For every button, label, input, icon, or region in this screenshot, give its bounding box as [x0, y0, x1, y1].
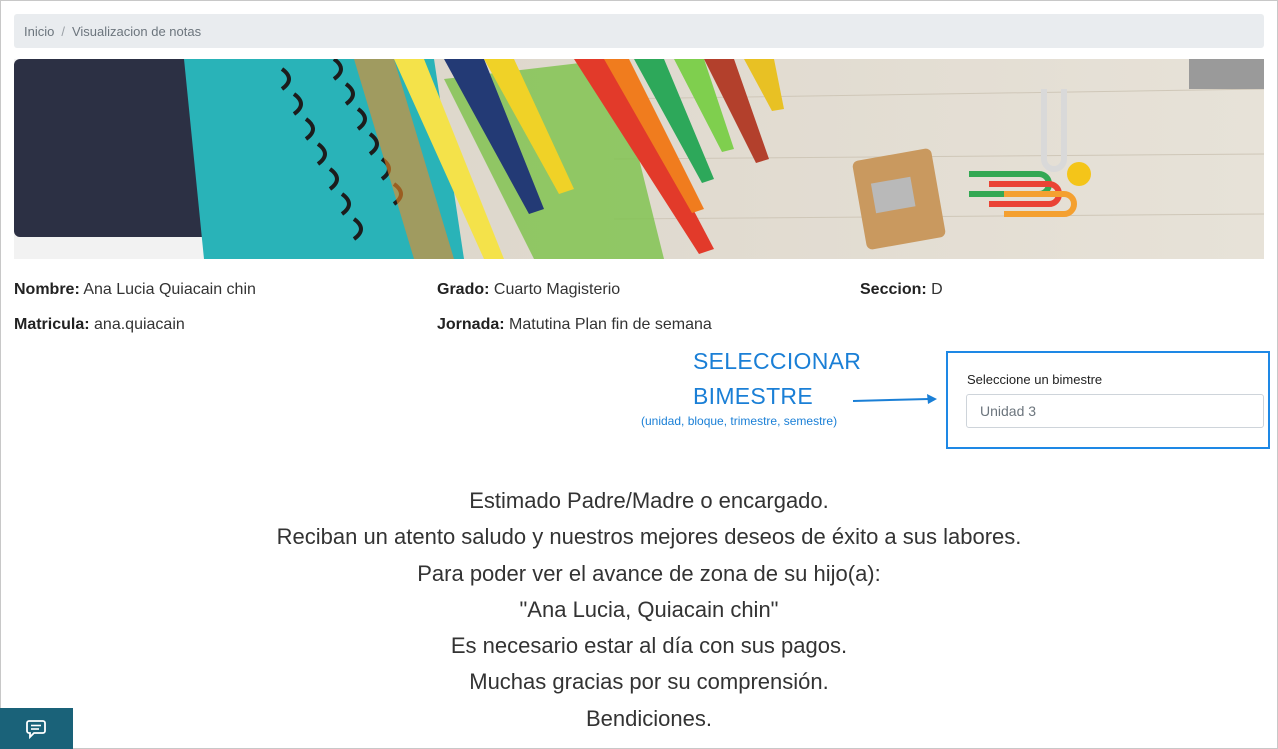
student-schedule-label: Jornada: [437, 316, 505, 333]
breadcrumb-current: Visualizacion de notas [71, 23, 202, 39]
message-line: Bendiciones. [586, 705, 712, 731]
student-section-label: Seccion: [860, 281, 927, 298]
breadcrumb: Inicio / Visualizacion de notas [14, 14, 1264, 48]
student-section-value: D [931, 281, 943, 298]
student-section: Seccion: D [860, 281, 943, 299]
student-schedule-value: Matutina Plan fin de semana [509, 316, 712, 333]
student-grade: Grado: Cuarto Magisterio [437, 281, 620, 299]
student-name-value: Ana Lucia Quiacain chin [83, 281, 256, 298]
student-grade-value: Cuarto Magisterio [493, 281, 621, 298]
annotation-line2: BIMESTRE [693, 383, 813, 409]
breadcrumb-home-link[interactable]: Inicio [24, 24, 54, 39]
student-grade-label: Grado: [437, 281, 490, 298]
annotation-line1: SELECCIONAR [693, 348, 862, 374]
student-enrollment: Matricula: ana.quiacain [14, 316, 185, 334]
student-schedule: Jornada: Matutina Plan fin de semana [437, 316, 712, 334]
message-line: Para poder ver el avance de zona de su h… [417, 560, 881, 586]
student-enrollment-value: ana.quiacain [94, 316, 185, 333]
school-supplies-banner [14, 59, 1264, 259]
message-line: Reciban un atento saludo y nuestros mejo… [276, 524, 1022, 550]
student-name: Nombre: Ana Lucia Quiacain chin [14, 281, 256, 299]
message-line: Estimado Padre/Madre o encargado. [469, 488, 829, 513]
period-select[interactable]: Unidad 3 [966, 394, 1264, 428]
annotation-subtitle: (unidad, bloque, trimestre, semestre) [641, 414, 838, 428]
message-line: Muchas gracias por su comprensión. [469, 669, 829, 695]
parent-message: Estimado Padre/Madre o encargado. Reciba… [0, 483, 1278, 737]
chat-button[interactable] [0, 708, 73, 749]
student-name-label: Nombre: [14, 281, 80, 298]
period-select-panel: Seleccione un bimestre Unidad 3 [946, 351, 1270, 449]
message-line: "Ana Lucia, Quiacain chin" [519, 596, 779, 622]
chat-icon [25, 719, 46, 739]
student-enrollment-label: Matricula: [14, 316, 90, 333]
arrow-right-icon [853, 394, 937, 404]
period-select-label: Seleccione un bimestre [967, 372, 1103, 387]
breadcrumb-separator: / [61, 23, 65, 39]
message-line: Es necesario estar al día con sus pagos. [450, 633, 848, 659]
